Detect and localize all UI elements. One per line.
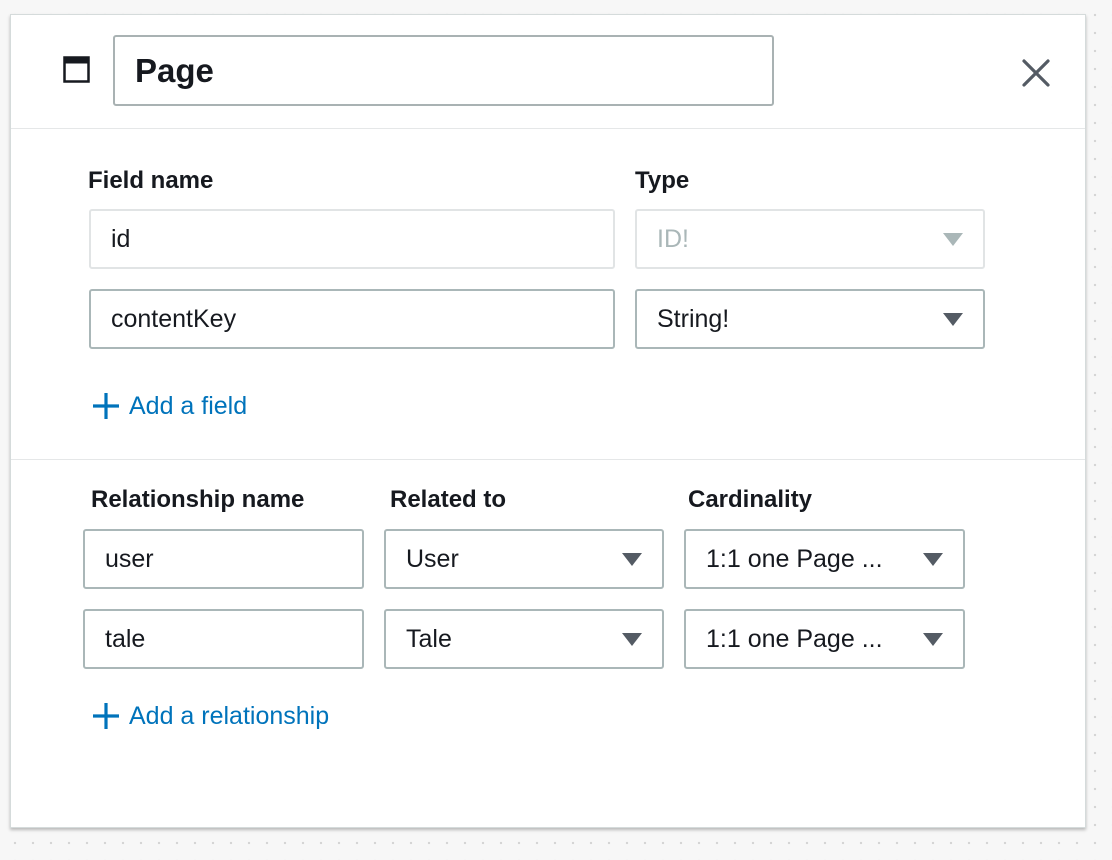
type-header: Type xyxy=(635,167,690,194)
field-name-value: contentKey xyxy=(111,304,237,333)
field-name-input[interactable]: contentKey xyxy=(89,289,615,349)
panel-header xyxy=(11,15,1085,129)
cardinality-select[interactable]: 1:1 one Page ... xyxy=(684,529,965,589)
cardinality-select[interactable]: 1:1 one Page ... xyxy=(684,609,965,669)
window-icon xyxy=(63,56,90,83)
related-to-value: Tale xyxy=(406,624,452,653)
section-divider xyxy=(11,459,1085,460)
relationship-name-header: Relationship name xyxy=(91,486,305,513)
caret-down-icon xyxy=(923,632,943,646)
field-type-select[interactable]: String! xyxy=(635,289,985,349)
close-icon[interactable] xyxy=(1020,57,1052,89)
caret-down-icon xyxy=(943,312,963,326)
model-panel: Field name Type id ID! contentKey String… xyxy=(10,14,1086,828)
relationship-name-input[interactable]: user xyxy=(83,529,364,589)
cardinality-value: 1:1 one Page ... xyxy=(706,544,883,573)
related-to-select[interactable]: User xyxy=(384,529,664,589)
caret-down-icon xyxy=(622,552,642,566)
related-to-select[interactable]: Tale xyxy=(384,609,664,669)
plus-icon xyxy=(93,703,119,729)
related-to-header: Related to xyxy=(390,486,507,513)
add-field-label: Add a field xyxy=(129,391,248,420)
cardinality-header: Cardinality xyxy=(688,486,813,513)
field-name-value: id xyxy=(111,224,131,253)
field-type-value: String! xyxy=(657,304,730,333)
add-relationship-label: Add a relationship xyxy=(129,701,330,730)
relationship-name-input[interactable]: tale xyxy=(83,609,364,669)
field-name-header: Field name xyxy=(88,167,214,194)
model-name-input[interactable] xyxy=(113,35,774,106)
cardinality-value: 1:1 one Page ... xyxy=(706,624,883,653)
field-type-value: ID! xyxy=(657,224,689,253)
caret-down-icon xyxy=(622,632,642,646)
add-relationship-button[interactable]: Add a relationship xyxy=(91,701,329,731)
caret-down-icon xyxy=(923,552,943,566)
caret-down-icon xyxy=(943,232,963,246)
relationship-name-value: user xyxy=(105,544,154,573)
plus-icon xyxy=(93,393,119,419)
field-type-select: ID! xyxy=(635,209,985,269)
relationship-name-value: tale xyxy=(105,624,146,653)
related-to-value: User xyxy=(406,544,459,573)
field-name-input[interactable]: id xyxy=(89,209,615,269)
add-field-button[interactable]: Add a field xyxy=(91,391,247,421)
